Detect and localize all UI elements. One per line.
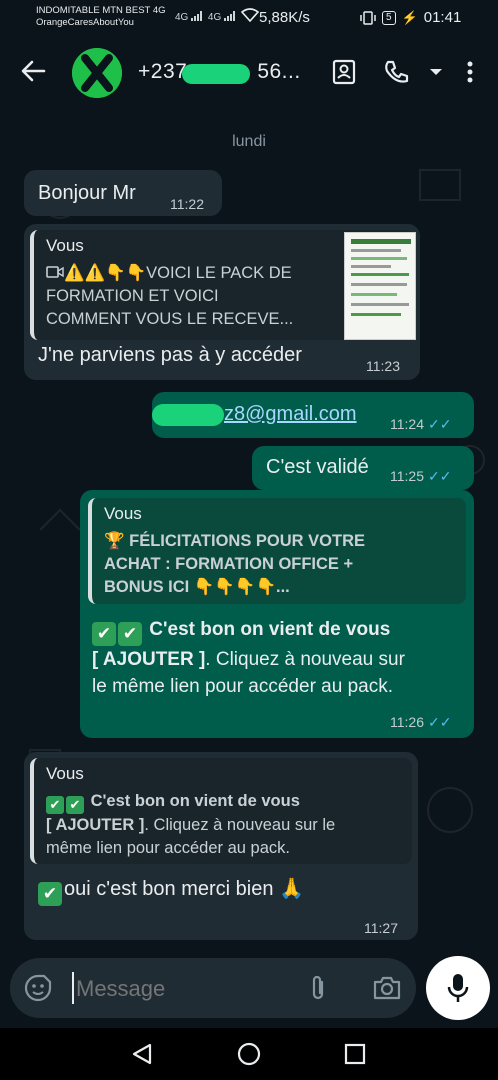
attachment-icon[interactable] (306, 974, 330, 1002)
quoted-message[interactable]: Vous ⚠️⚠️👇👇VOICI LE PACK DE FORMATION ET… (30, 230, 416, 340)
message-input[interactable] (76, 972, 296, 1006)
message-outgoing[interactable]: Vous 🏆 FÉLICITATIONS POUR VOTRE ACHAT : … (80, 490, 474, 738)
microphone-icon (447, 974, 469, 1002)
status-right: 5 ⚡ 01:41 (360, 9, 461, 26)
camera-icon[interactable] (372, 974, 402, 1002)
phone-icon[interactable] (382, 58, 410, 86)
quote-author: Vous (46, 764, 84, 783)
clock: 01:41 (423, 9, 462, 26)
emoji-sticker-icon[interactable] (24, 974, 52, 1002)
check-mark-icon: ✔ (66, 796, 84, 814)
wifi-icon (240, 8, 259, 23)
read-ticks-icon: ✓✓ (428, 468, 452, 484)
image-thumbnail[interactable] (344, 232, 416, 340)
back-arrow-icon[interactable] (20, 58, 46, 84)
quote-line-3: COMMENT VOUS LE RECEVE... (46, 310, 294, 328)
message-composer (10, 958, 416, 1018)
message-text: Bonjour Mr (38, 182, 136, 204)
signal-label-a: 4G (175, 12, 189, 23)
contact-suffix: 56... (257, 60, 301, 83)
quote-text: ⚠️⚠️👇👇VOICI LE PACK DE FORMATION ET VOIC… (46, 262, 336, 331)
nav-recents-icon[interactable] (343, 1042, 367, 1066)
message-time: 11:23 (366, 358, 400, 374)
battery-indicator: 5 (382, 10, 396, 25)
x-logo-icon (72, 48, 122, 98)
message-incoming[interactable]: Bonjour Mr 11:22 (24, 170, 222, 216)
redaction-mark (182, 64, 250, 84)
redaction-mark (152, 404, 224, 426)
quote-text: ✔ ✔ C'est bon on vient de vous [ AJOUTER … (46, 792, 336, 857)
check-mark-icon: ✔ (38, 882, 62, 906)
carrier-line-2: OrangeCaresAboutYou (36, 17, 134, 28)
read-ticks-icon: ✓✓ (428, 416, 452, 432)
message-time: 11:27 (364, 920, 398, 936)
message-time: 11:22 (170, 196, 204, 212)
read-ticks-icon: ✓✓ (428, 714, 452, 730)
nav-back-icon[interactable] (130, 1042, 154, 1066)
vibrate-icon (360, 10, 376, 25)
quoted-message[interactable]: Vous 🏆 FÉLICITATIONS POUR VOTRE ACHAT : … (88, 498, 466, 604)
net-speed: 5,88K/s (259, 9, 310, 26)
check-mark-icon: ✔ (92, 622, 116, 646)
video-icon (46, 266, 64, 278)
carrier-info: INDOMITABLE MTN BEST 4G OrangeCaresAbout… (36, 5, 166, 29)
avatar[interactable] (72, 48, 122, 98)
message-time: 11:26 ✓✓ (390, 714, 452, 730)
charging-icon: ⚡ (401, 9, 418, 25)
check-mark-icon: ✔ (118, 622, 142, 646)
quote-line-3: BONUS ICI 👇👇👇👇... (104, 578, 290, 596)
message-text: ✔ ✔ C'est bon on vient de vous [ AJOUTER … (92, 619, 405, 697)
message-incoming[interactable]: Vous ✔ ✔ C'est bon on vient de vous [ AJO… (24, 752, 418, 940)
quote-author: Vous (46, 236, 84, 255)
quote-text: 🏆 FÉLICITATIONS POUR VOTRE ACHAT : FORMA… (104, 530, 464, 599)
quote-line-2: FORMATION ET VOICI (46, 287, 219, 305)
message-outgoing[interactable]: C'est validé 11:25 ✓✓ (252, 446, 474, 490)
quote-line-1: ⚠️⚠️👇👇VOICI LE PACK DE (64, 264, 292, 282)
carrier-line-1: INDOMITABLE MTN BEST 4G (36, 5, 166, 16)
message-time: 11:25 ✓✓ (390, 468, 452, 484)
signal-label-b: 4G (207, 12, 222, 23)
chat-header: +237 56... (0, 36, 498, 110)
signal-bars-icon (191, 11, 203, 21)
chevron-down-icon[interactable] (422, 58, 450, 86)
check-mark-icon: ✔ (46, 796, 64, 814)
message-incoming[interactable]: Vous ⚠️⚠️👇👇VOICI LE PACK DE FORMATION ET… (24, 224, 420, 380)
message-text: ✔ oui c'est bon merci bien 🙏 (38, 876, 304, 906)
message-text: J'ne parviens pas à y accéder (38, 344, 302, 366)
quote-line-2: ACHAT : FORMATION OFFICE + (104, 555, 354, 573)
signal-bars-icon (224, 11, 236, 21)
voice-record-button[interactable] (426, 956, 490, 1020)
document-preview-image (351, 239, 411, 316)
contact-card-icon[interactable] (330, 58, 358, 86)
quote-author: Vous (104, 504, 142, 523)
email-link[interactable]: z8@gmail.com (224, 403, 357, 426)
quoted-message[interactable]: Vous ✔ ✔ C'est bon on vient de vous [ AJO… (30, 758, 412, 864)
text-cursor (72, 972, 74, 1004)
signal-icons: 4G 4G (175, 8, 259, 23)
message-time: 11:24 ✓✓ (390, 416, 452, 432)
system-nav-bar (0, 1028, 498, 1080)
message-text: C'est validé (266, 456, 369, 478)
nav-home-icon[interactable] (237, 1042, 261, 1066)
quote-line-1: 🏆 FÉLICITATIONS POUR VOTRE (104, 532, 366, 550)
contact-prefix: +237 (138, 60, 188, 83)
date-separator: lundi (232, 133, 266, 150)
chat-area[interactable]: lundi Bonjour Mr 11:22 Vous ⚠️⚠️👇👇VOICI … (0, 110, 498, 1028)
message-outgoing[interactable]: z8@gmail.com 11:24 ✓✓ (152, 392, 474, 438)
more-vert-icon[interactable] (456, 58, 484, 86)
status-bar: INDOMITABLE MTN BEST 4G OrangeCaresAbout… (0, 0, 498, 36)
